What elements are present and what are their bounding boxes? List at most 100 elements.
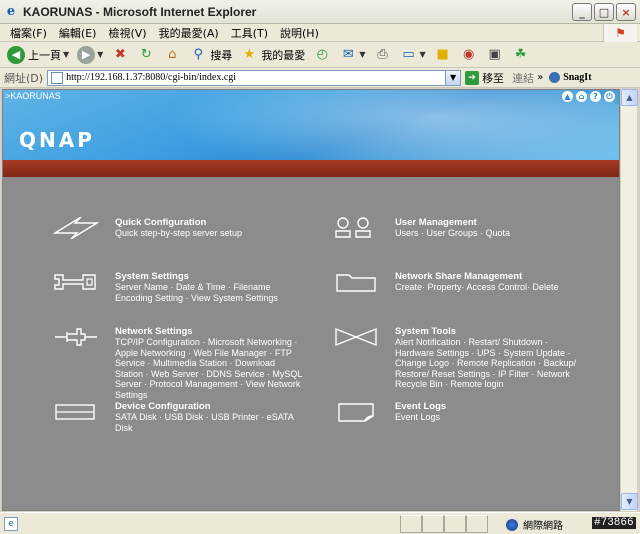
- back-arrow-icon: ◀: [7, 45, 25, 64]
- stop-icon: ✖: [114, 47, 126, 62]
- address-bar: 網址(D) http://192.168.1.37:8080/cgi-bin/i…: [0, 68, 640, 88]
- edit-icon: ▭: [402, 47, 415, 62]
- logout-icon[interactable]: ⏻: [604, 91, 615, 102]
- entry-user-management[interactable]: User Management Users · User Groups · Qu…: [333, 217, 585, 239]
- entry-desc[interactable]: Alert Notification · Restart/ Shutdown ·…: [395, 337, 585, 390]
- people-button[interactable]: ☘: [509, 44, 533, 66]
- entry-desc[interactable]: Server Name · Date & Time · Filename Enc…: [115, 282, 305, 303]
- entry-title[interactable]: Network Share Management: [395, 271, 585, 282]
- folder-icon: [336, 274, 376, 292]
- entry-desc[interactable]: SATA Disk · USB Disk · USB Printer · eSA…: [115, 412, 305, 433]
- messenger-icon: ◉: [462, 47, 475, 62]
- scroll-up-icon[interactable]: ▲: [621, 89, 638, 106]
- forward-dropdown-icon[interactable]: ▼: [97, 50, 103, 59]
- refresh-icon: ↻: [140, 47, 152, 62]
- links-chevron-icon[interactable]: »: [537, 72, 543, 83]
- mail-button[interactable]: ✉ ▼: [336, 44, 368, 66]
- users-icon: [335, 217, 371, 238]
- home-icon[interactable]: ⌂: [576, 91, 587, 102]
- vertical-scrollbar[interactable]: ▲ ▼: [620, 89, 638, 511]
- page-icon: [51, 71, 64, 84]
- menu-favorites[interactable]: 我的最愛(A): [153, 25, 225, 41]
- zone-label: 網際網路: [523, 521, 563, 532]
- close-button[interactable]: ×: [616, 3, 636, 21]
- forward-button[interactable]: ▶ ▼: [74, 44, 106, 66]
- scroll-down-icon[interactable]: ▼: [621, 493, 638, 510]
- top-icon[interactable]: ▲: [562, 91, 573, 102]
- research-button[interactable]: ▣: [483, 44, 507, 66]
- mail-icon: ✉: [342, 47, 354, 62]
- maximize-button[interactable]: □: [594, 3, 614, 21]
- entry-system-settings[interactable]: System Settings Server Name · Date & Tim…: [53, 271, 305, 303]
- back-button[interactable]: ◀ 上一頁 ▼: [4, 44, 72, 66]
- address-url[interactable]: http://192.168.1.37:8080/cgi-bin/index.c…: [66, 72, 236, 83]
- image-stamp: #73866: [592, 517, 636, 529]
- entry-title[interactable]: Quick Configuration: [115, 217, 305, 228]
- print-button[interactable]: ⎙: [370, 44, 394, 66]
- snagit-icon: [549, 72, 561, 83]
- qnap-logo: QNAP: [19, 128, 95, 152]
- address-input[interactable]: http://192.168.1.37:8080/cgi-bin/index.c…: [47, 69, 462, 86]
- menu-help[interactable]: 說明(H): [274, 25, 325, 41]
- address-dropdown-icon[interactable]: ▼: [445, 70, 461, 85]
- entry-network-settings[interactable]: Network Settings TCP/IP Configuration · …: [53, 326, 305, 400]
- entry-desc[interactable]: Users · User Groups · Quota: [395, 228, 585, 239]
- entry-title[interactable]: User Management: [395, 217, 585, 228]
- header-icons: ▲ ⌂ ? ⏻: [562, 91, 615, 102]
- forward-arrow-icon: ▶: [77, 45, 96, 64]
- star-icon: ★: [243, 47, 256, 62]
- entry-desc[interactable]: Create· Property· Access Control· Delete: [395, 282, 585, 293]
- entry-event-logs[interactable]: Event Logs Event Logs: [333, 401, 585, 423]
- favorites-button[interactable]: ★ 我的最愛: [237, 44, 308, 66]
- search-button[interactable]: ⚲ 搜尋: [186, 44, 235, 66]
- search-icon: ⚲: [193, 47, 204, 62]
- status-pane: [444, 515, 466, 533]
- menu-file[interactable]: 檔案(F): [4, 25, 53, 41]
- help-icon[interactable]: ?: [590, 91, 601, 102]
- toolbar: ◀ 上一頁 ▼ ▶ ▼ ✖ ↻ ⌂ ⚲ 搜尋 ★ 我的最愛 ◴ ✉ ▼ ⎙ ▭ …: [0, 42, 640, 68]
- menu-tools[interactable]: 工具(T): [225, 25, 274, 41]
- refresh-button[interactable]: ↻: [134, 44, 158, 66]
- edit-dropdown-icon[interactable]: ▼: [419, 50, 425, 59]
- links-label[interactable]: 連結: [512, 70, 534, 86]
- snagit-button[interactable]: SnagIt: [549, 72, 592, 83]
- main-menu-grid: Quick Configuration Quick step-by-step s…: [3, 177, 619, 510]
- windows-flag-icon: ⚑: [603, 24, 637, 42]
- entry-quick-configuration[interactable]: Quick Configuration Quick step-by-step s…: [53, 217, 305, 239]
- entry-desc[interactable]: TCP/IP Configuration · Microsoft Network…: [115, 337, 305, 400]
- entry-desc[interactable]: Quick step-by-step server setup: [115, 228, 305, 239]
- wrench-icon: [54, 274, 96, 290]
- snagit-label: SnagIt: [563, 72, 592, 83]
- back-dropdown-icon[interactable]: ▼: [63, 50, 69, 59]
- status-panes: [400, 515, 488, 533]
- entry-title[interactable]: System Settings: [115, 271, 305, 282]
- mail-dropdown-icon[interactable]: ▼: [359, 50, 365, 59]
- discuss-button[interactable]: ■: [431, 44, 455, 66]
- breadcrumb: >KAORUNAS: [5, 91, 61, 101]
- people-icon: ☘: [514, 47, 527, 62]
- menu-edit[interactable]: 編輯(E): [53, 25, 103, 41]
- address-label: 網址(D): [4, 71, 44, 85]
- go-label: 移至: [482, 71, 505, 85]
- entry-title[interactable]: System Tools: [395, 326, 585, 337]
- menu-view[interactable]: 檢視(V): [102, 25, 152, 41]
- entry-device-configuration[interactable]: Device Configuration SATA Disk · USB Dis…: [53, 401, 305, 433]
- edit-button[interactable]: ▭ ▼: [396, 44, 428, 66]
- home-button[interactable]: ⌂: [160, 44, 184, 66]
- back-label: 上一頁: [28, 48, 61, 62]
- entry-desc[interactable]: Event Logs: [395, 412, 585, 423]
- entry-title[interactable]: Device Configuration: [115, 401, 305, 412]
- minimize-button[interactable]: _: [572, 3, 592, 21]
- entry-title[interactable]: Event Logs: [395, 401, 585, 412]
- messenger-button[interactable]: ◉: [457, 44, 481, 66]
- status-pane: [400, 515, 422, 533]
- history-button[interactable]: ◴: [310, 44, 334, 66]
- go-button[interactable]: ➔ 移至: [465, 70, 504, 86]
- entry-system-tools[interactable]: System Tools Alert Notification · Restar…: [333, 326, 585, 390]
- history-icon: ◴: [316, 47, 328, 62]
- stop-button[interactable]: ✖: [108, 44, 132, 66]
- status-pane: [466, 515, 488, 533]
- window-controls: _ □ ×: [572, 3, 636, 21]
- entry-title[interactable]: Network Settings: [115, 326, 305, 337]
- entry-network-share-management[interactable]: Network Share Management Create· Propert…: [333, 271, 585, 293]
